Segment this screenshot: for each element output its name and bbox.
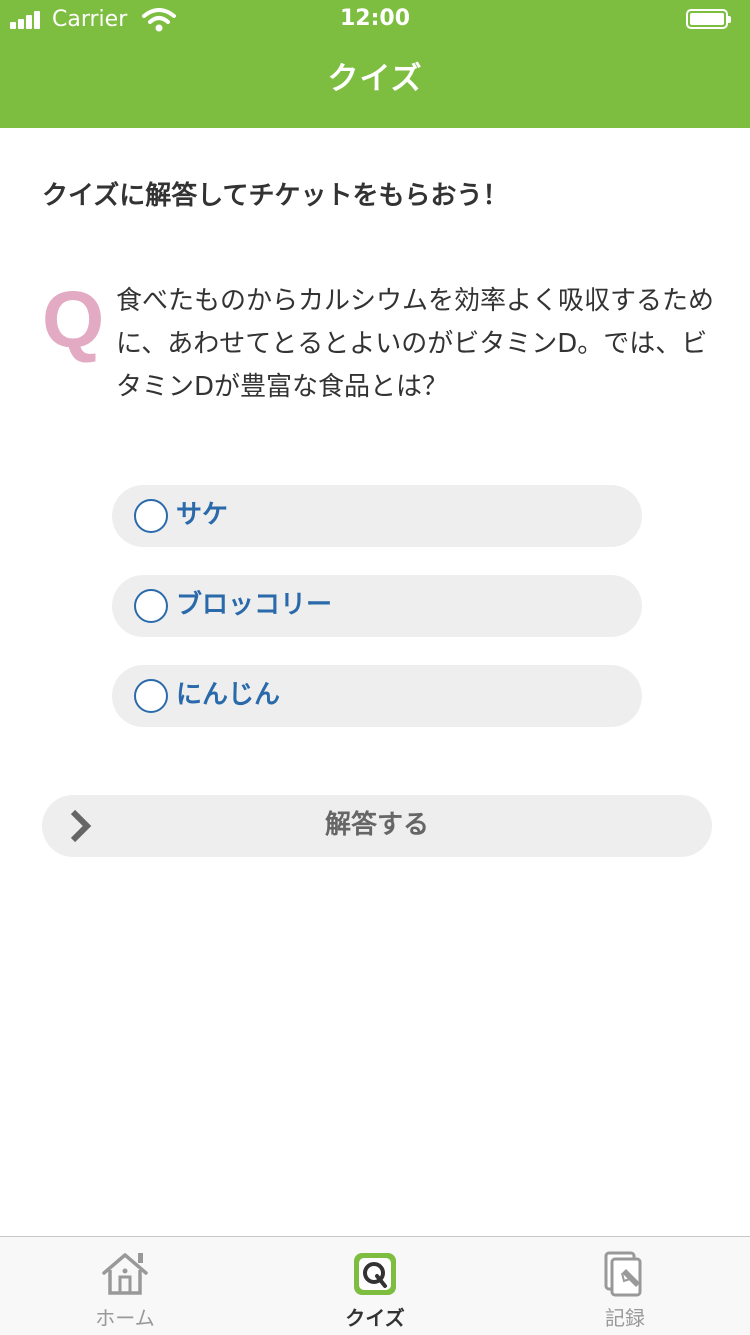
answer-option-carrot[interactable]: にんじん	[112, 665, 642, 727]
record-icon	[604, 1251, 642, 1297]
app-header: Carrier 12:00 クイズ	[0, 0, 750, 128]
submit-answer-button[interactable]: 解答する	[42, 795, 712, 857]
answer-option-sake[interactable]: サケ	[112, 485, 642, 547]
status-bar: Carrier 12:00	[0, 0, 750, 40]
tab-bar: ホーム クイズ 記録	[0, 1236, 750, 1335]
question-mark-label: Q	[42, 275, 105, 364]
home-icon	[102, 1253, 148, 1295]
tab-record-label: 記録	[605, 1306, 645, 1330]
tab-home[interactable]: ホーム	[0, 1237, 250, 1335]
submit-answer-label: 解答する	[324, 810, 429, 840]
page-title: クイズ	[327, 61, 423, 97]
quiz-icon	[354, 1253, 396, 1295]
question-text: 食べたものからカルシウムを効率よく吸収するために、あわせてとるとよいのがビタミン…	[116, 286, 715, 402]
radio-button-icon[interactable]	[134, 499, 168, 533]
radio-button-icon[interactable]	[134, 589, 168, 623]
option-label: ブロッコリー	[176, 590, 333, 620]
radio-button-icon[interactable]	[134, 679, 168, 713]
battery-icon	[686, 9, 732, 31]
option-label: にんじん	[176, 680, 281, 710]
intro-text: クイズに解答してチケットをもらおう！	[42, 181, 509, 211]
option-label: サケ	[176, 500, 229, 530]
tab-quiz-label: クイズ	[345, 1306, 405, 1330]
tab-quiz[interactable]: クイズ	[250, 1237, 500, 1335]
tab-home-label: ホーム	[95, 1306, 155, 1330]
tab-record[interactable]: 記録	[500, 1237, 750, 1335]
status-time: 12:00	[339, 6, 411, 31]
answer-option-broccoli[interactable]: ブロッコリー	[112, 575, 642, 637]
